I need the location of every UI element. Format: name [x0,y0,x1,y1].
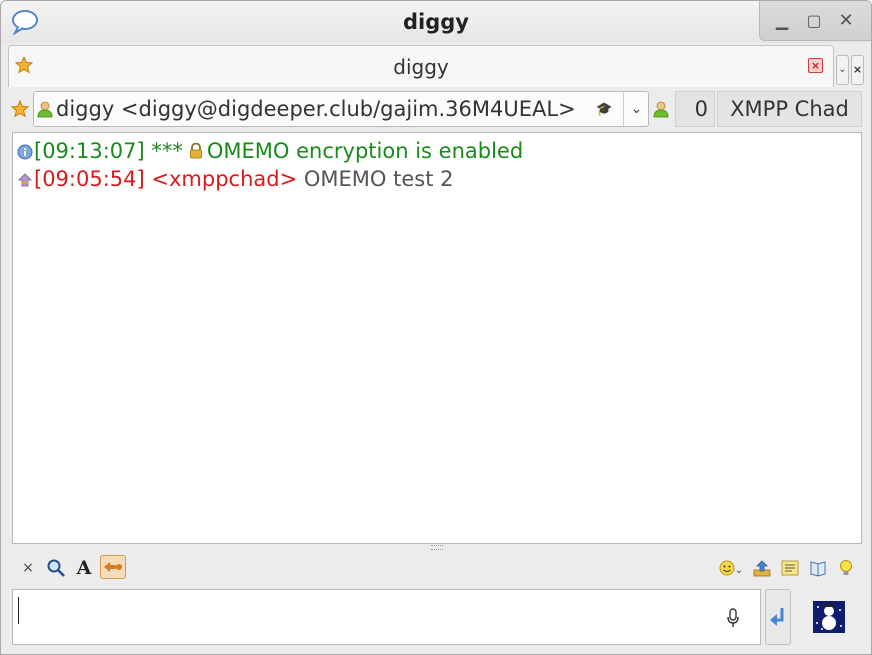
message-input[interactable] [12,589,761,645]
chat-window: diggy ▁ ▢ ✕ diggy × ⌄ × diggy <diggy@dig… [0,0,872,655]
message-text: OMEMO test 2 [303,167,454,191]
window-title: diggy [403,10,469,34]
upload-file-icon[interactable] [751,557,773,579]
conversation-view[interactable]: [09:13:07] *** OMEMO encryption is enable… [12,132,862,544]
info-icon [17,144,33,160]
chevron-down-icon: ⌄ [734,565,744,576]
search-icon[interactable] [45,557,67,579]
maximize-icon[interactable]: ▢ [804,11,824,31]
close-icon[interactable]: ✕ [836,11,856,31]
online-status-icon [37,101,53,118]
title-bar[interactable]: diggy ▁ ▢ ✕ [1,1,871,43]
send-arrow-icon [770,608,784,626]
text-caret [18,597,19,624]
message-timestamp: [09:05:54] [34,167,145,191]
avatar [813,601,845,633]
minimize-icon[interactable]: ▁ [772,11,792,31]
text-formatting-icon[interactable]: A [73,557,95,579]
contact-jid: diggy <diggy@digdeeper.club/gajim.36M4UE… [56,97,576,121]
tab-diggy[interactable]: diggy × [8,45,834,87]
system-prefix: *** [151,139,183,163]
message-text: OMEMO encryption is enabled [206,139,524,163]
own-status-icon[interactable] [652,100,670,118]
chevron-down-icon[interactable]: ⌄ [623,92,649,126]
pane-splitter-handle[interactable] [431,545,443,550]
tab-label: diggy [393,55,449,79]
commands-icon[interactable] [779,557,801,579]
lock-icon [189,143,202,159]
client-capability-icon: 🎓 [596,102,613,117]
send-button[interactable] [765,589,791,645]
close-tab-button[interactable]: × [851,55,864,85]
contact-resource-select[interactable]: diggy <diggy@digdeeper.club/gajim.36M4UE… [33,91,649,127]
microphone-icon[interactable] [726,608,740,628]
account-name: XMPP Chad [717,91,862,127]
window-controls: ▁ ▢ ✕ [759,1,871,41]
unread-count: 0 [675,91,715,127]
clear-icon[interactable]: × [17,557,39,579]
bookmark-star-icon[interactable] [11,100,29,118]
message-nick: <xmppchad> [151,167,298,191]
tab-close-icon[interactable]: × [808,58,823,73]
tab-list-dropdown-button[interactable]: ⌄ [836,55,849,85]
message-timestamp: [09:13:07] [34,139,145,163]
lightbulb-icon[interactable] [835,557,857,579]
sync-threshold-icon[interactable] [100,555,126,579]
incoming-message-icon [18,173,32,187]
history-book-icon[interactable] [807,557,829,579]
emoji-icon[interactable]: ⌄ [717,557,745,579]
